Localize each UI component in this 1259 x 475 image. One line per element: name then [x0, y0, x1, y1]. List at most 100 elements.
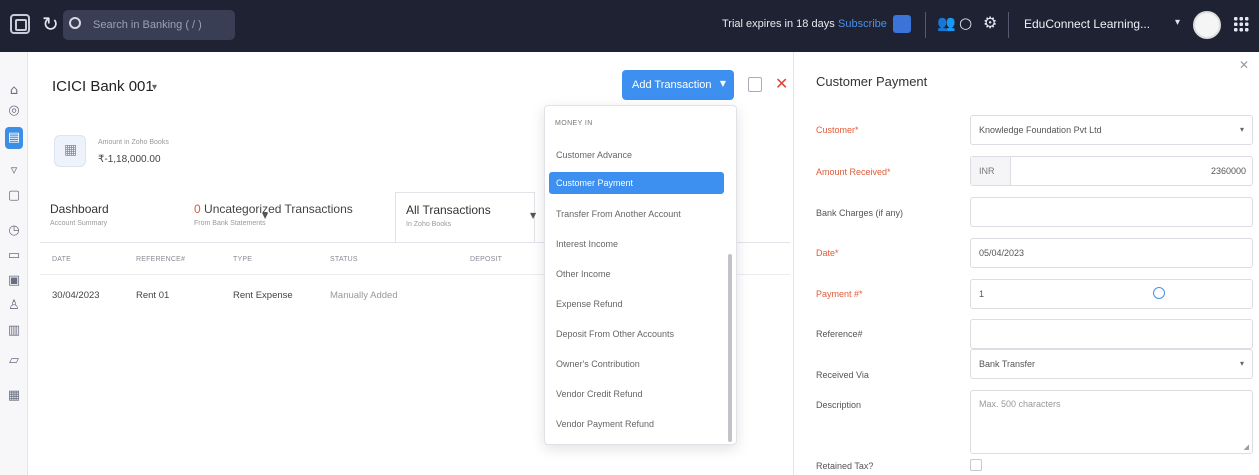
customer-label: Customer*: [816, 125, 859, 135]
column-header-deposit[interactable]: DEPOSIT: [470, 256, 502, 263]
topbar-divider: [925, 12, 926, 38]
topbar-divider: [1008, 12, 1009, 38]
column-header-reference[interactable]: REFERENCE#: [136, 256, 185, 263]
top-bar: ↻ Trial expires in 18 days Subscribe 👥 ○…: [0, 0, 1259, 52]
bank-icon[interactable]: ▤: [5, 127, 23, 149]
description-placeholder: Max. 500 characters: [979, 399, 1061, 409]
avatar[interactable]: [1193, 11, 1221, 39]
left-sidebar: ⌂ ◎ ▤ ▿ ▢ ◷ ▭ ▣ ♙ ▥ ▱ ▦: [0, 52, 28, 475]
menu-scrollbar[interactable]: [728, 254, 732, 442]
resize-handle-icon[interactable]: ◢: [1244, 443, 1249, 451]
payment-number-label: Payment #*: [816, 289, 863, 299]
report-icon[interactable]: ▥: [5, 322, 23, 340]
column-header-type[interactable]: TYPE: [233, 256, 252, 263]
bell-icon[interactable]: ○: [959, 14, 972, 32]
add-transaction-label: Add Transaction: [632, 79, 712, 91]
chevron-down-icon: ▾: [1239, 125, 1244, 134]
retained-tax-label: Retained Tax?: [816, 461, 874, 471]
search-box[interactable]: [63, 10, 235, 40]
add-transaction-button[interactable]: Add Transaction ▼: [622, 70, 734, 100]
search-input[interactable]: [93, 16, 231, 34]
amount-value: 2360000: [1210, 166, 1246, 176]
menu-item-vendor-credit-refund[interactable]: Vendor Credit Refund: [549, 383, 724, 405]
page-title[interactable]: ICICI Bank 001: [52, 78, 154, 95]
bank-charges-label: Bank Charges (if any): [816, 208, 904, 218]
subscribe-link[interactable]: Subscribe: [838, 18, 887, 30]
menu-item-transfer-from-another-account[interactable]: Transfer From Another Account: [549, 203, 724, 225]
customer-value: Knowledge Foundation Pvt Ltd: [979, 125, 1102, 135]
menu-item-deposit-from-other-accounts[interactable]: Deposit From Other Accounts: [549, 323, 724, 345]
tab-uncategorized[interactable]: 0 Uncategorized Transactions From Bank S…: [184, 192, 394, 242]
chevron-down-icon: ▼: [719, 79, 726, 88]
shop-icon[interactable]: ◎: [5, 102, 23, 120]
cell-type: Rent Expense: [233, 290, 293, 301]
chevron-down-icon: ▾: [1239, 359, 1244, 368]
search-icon: [69, 17, 81, 29]
home-icon[interactable]: ⌂: [5, 82, 23, 100]
date-label: Date*: [816, 248, 839, 258]
balance-value: ₹-1,18,000.00: [98, 154, 161, 165]
tab-all-transactions[interactable]: All Transactions In Zoho Books: [395, 192, 535, 242]
cell-reference: Rent 01: [136, 290, 170, 301]
column-header-date[interactable]: DATE: [52, 256, 71, 263]
app-switcher-icon[interactable]: [10, 14, 30, 34]
customer-payment-panel: Customer Payment ✕ Customer* Knowledge F…: [793, 52, 1259, 475]
filter-caret-icon[interactable]: ▼: [530, 211, 536, 220]
transaction-tabs: Dashboard Account Summary 0 Uncategorize…: [40, 192, 540, 242]
menu-item-interest-income[interactable]: Interest Income: [549, 233, 724, 255]
retained-tax-checkbox[interactable]: [970, 459, 982, 471]
reference-label: Reference#: [816, 329, 863, 339]
user-icon[interactable]: ♙: [5, 297, 23, 315]
people-icon[interactable]: 👥: [937, 14, 956, 32]
uncategorized-count: 0: [194, 202, 201, 216]
bank-balance-icon: ▦: [54, 135, 86, 167]
balance-label: Amount in Zoho Books: [98, 139, 169, 146]
apps-grid-icon[interactable]: [1233, 16, 1249, 32]
settings-icon[interactable]: [1153, 287, 1165, 299]
payment-number-field[interactable]: 1: [970, 279, 1253, 309]
menu-item-owners-contribution[interactable]: Owner's Contribution: [549, 353, 724, 375]
doc-icon[interactable]: ▣: [5, 272, 23, 290]
receipt-icon[interactable]: ▭: [5, 247, 23, 265]
menu-item-customer-payment[interactable]: Customer Payment: [549, 172, 724, 194]
clock-icon[interactable]: ◷: [5, 222, 23, 240]
menu-item-customer-advance[interactable]: Customer Advance: [549, 144, 724, 166]
org-switcher[interactable]: EduConnect Learning...: [1024, 17, 1150, 31]
bag-icon[interactable]: ▢: [5, 187, 23, 205]
close-icon[interactable]: ✕: [775, 74, 788, 93]
reference-field[interactable]: [970, 319, 1253, 349]
add-transaction-menu: MONEY IN Customer Advance Customer Payme…: [544, 105, 737, 445]
bank-charges-field[interactable]: [970, 197, 1253, 227]
menu-item-other-income[interactable]: Other Income: [549, 263, 724, 285]
date-field[interactable]: 05/04/2023: [970, 238, 1253, 268]
currency-prefix: INR: [971, 157, 1011, 185]
cart-icon[interactable]: ▿: [5, 162, 23, 180]
amount-field[interactable]: INR 2360000: [970, 156, 1253, 186]
cell-date: 30/04/2023: [52, 290, 100, 301]
menu-section-header: MONEY IN: [555, 120, 593, 127]
received-via-label: Received Via: [816, 370, 869, 380]
notification-icon[interactable]: [893, 15, 911, 33]
received-via-value: Bank Transfer: [979, 359, 1036, 369]
document-icon[interactable]: [748, 77, 762, 92]
menu-item-vendor-payment-refund[interactable]: Vendor Payment Refund: [549, 413, 724, 435]
panel-title: Customer Payment: [816, 74, 928, 89]
chevron-down-icon[interactable]: ▾: [152, 82, 157, 93]
customer-select[interactable]: Knowledge Foundation Pvt Ltd ▾: [970, 115, 1253, 145]
description-textarea[interactable]: Max. 500 characters ◢: [970, 390, 1253, 454]
tab-dashboard[interactable]: Dashboard Account Summary: [40, 192, 180, 242]
chevron-down-icon[interactable]: ▾: [1175, 17, 1180, 28]
amount-label: Amount Received*: [816, 167, 891, 177]
description-label: Description: [816, 400, 862, 410]
gear-icon[interactable]: ⚙: [983, 13, 997, 32]
date-value: 05/04/2023: [979, 248, 1025, 258]
folder-icon[interactable]: ▱: [5, 352, 23, 370]
close-icon[interactable]: ✕: [1239, 58, 1249, 72]
filter-caret-icon[interactable]: ▼: [262, 211, 268, 220]
column-header-status[interactable]: STATUS: [330, 256, 358, 263]
settings-icon[interactable]: ▦: [5, 387, 23, 405]
trial-notice: Trial expires in 18 days: [722, 18, 835, 30]
menu-item-expense-refund[interactable]: Expense Refund: [549, 293, 724, 315]
received-via-select[interactable]: Bank Transfer ▾: [970, 349, 1253, 379]
refresh-icon[interactable]: ↻: [42, 12, 59, 36]
